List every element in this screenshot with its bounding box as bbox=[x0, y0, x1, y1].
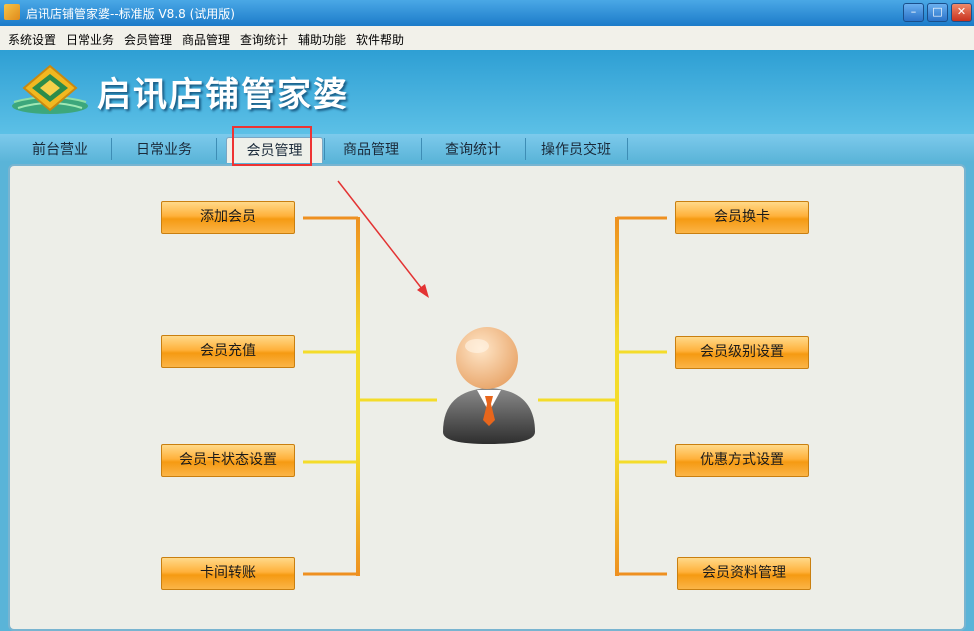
menu-item-member-management[interactable]: 会员管理 bbox=[124, 31, 172, 48]
card-transfer-button[interactable]: 卡间转账 bbox=[161, 557, 295, 590]
member-recharge-button[interactable]: 会员充值 bbox=[161, 335, 295, 368]
annotation-highlight-box bbox=[232, 126, 312, 166]
card-status-settings-button[interactable]: 会员卡状态设置 bbox=[161, 444, 295, 477]
member-level-settings-button[interactable]: 会员级别设置 bbox=[675, 336, 809, 369]
menu-item-system-settings[interactable]: 系统设置 bbox=[8, 31, 56, 48]
menu-item-daily-business[interactable]: 日常业务 bbox=[66, 31, 114, 48]
maximize-button[interactable]: □ bbox=[927, 3, 948, 22]
tab-operator-handover[interactable]: 操作员交班 bbox=[526, 137, 626, 161]
member-card-replace-button[interactable]: 会员换卡 bbox=[675, 201, 809, 234]
tab-product-management[interactable]: 商品管理 bbox=[322, 137, 420, 161]
tab-separator bbox=[111, 138, 112, 160]
tab-separator bbox=[627, 138, 628, 160]
menu-item-query-statistics[interactable]: 查询统计 bbox=[240, 31, 288, 48]
user-avatar-icon bbox=[443, 327, 535, 444]
app-banner: 启讯店铺管家婆 bbox=[0, 50, 974, 134]
window-title: 启讯店铺管家婆--标准版 V8.8 (试用版) bbox=[26, 7, 235, 21]
close-button[interactable]: ✕ bbox=[951, 3, 972, 22]
title-bar: 启讯店铺管家婆--标准版 V8.8 (试用版) – □ ✕ bbox=[0, 0, 974, 26]
menu-item-software-help[interactable]: 软件帮助 bbox=[356, 31, 404, 48]
tab-strip: 前台营业 日常业务 会员管理 商品管理 查询统计 操作员交班 bbox=[0, 134, 974, 163]
tab-front-desk[interactable]: 前台营业 bbox=[10, 137, 110, 161]
app-name: 启讯店铺管家婆 bbox=[97, 75, 349, 115]
minimize-button[interactable]: – bbox=[903, 3, 924, 22]
menu-item-product-management[interactable]: 商品管理 bbox=[182, 31, 230, 48]
member-profile-management-button[interactable]: 会员资料管理 bbox=[677, 557, 811, 590]
tab-query-statistics[interactable]: 查询统计 bbox=[422, 137, 524, 161]
diamond-logo-icon bbox=[12, 64, 88, 114]
tab-separator bbox=[216, 138, 217, 160]
menu-item-auxiliary-functions[interactable]: 辅助功能 bbox=[298, 31, 346, 48]
discount-method-settings-button[interactable]: 优惠方式设置 bbox=[675, 444, 809, 477]
add-member-button[interactable]: 添加会员 bbox=[161, 201, 295, 234]
menu-bar: 系统设置 日常业务 会员管理 商品管理 查询统计 辅助功能 软件帮助 bbox=[0, 26, 974, 51]
app-icon bbox=[4, 4, 20, 20]
tab-daily-business[interactable]: 日常业务 bbox=[114, 137, 214, 161]
